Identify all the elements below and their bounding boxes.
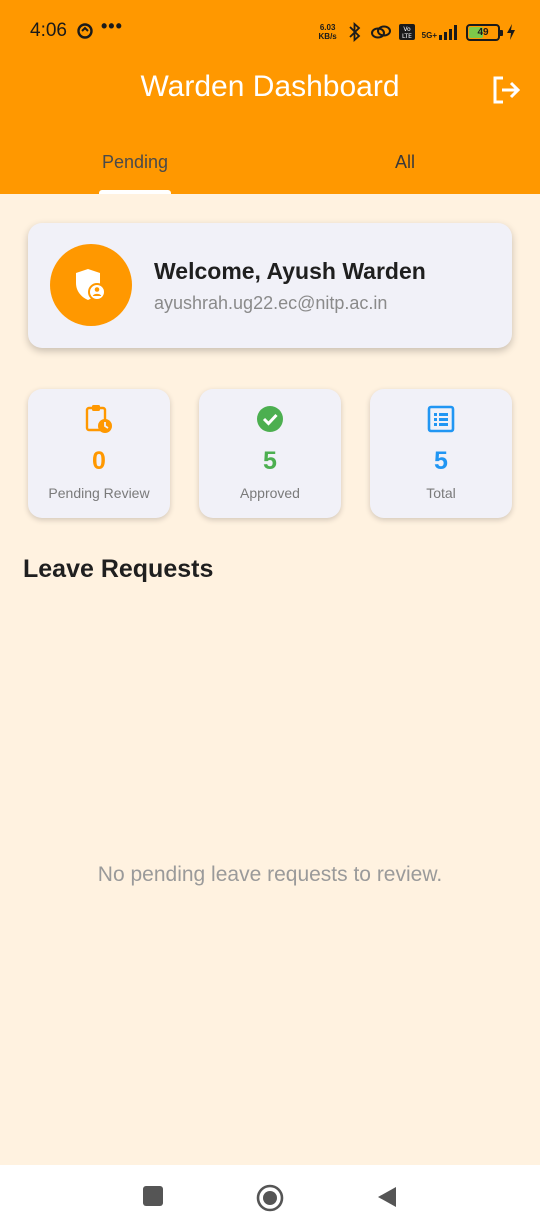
page-title: Warden Dashboard (140, 70, 400, 103)
welcome-title: Welcome, Ayush Warden (154, 258, 426, 284)
pending-count: 0 (92, 447, 106, 475)
admin-shield-icon (76, 269, 106, 301)
avatar (50, 244, 132, 326)
total-count: 5 (434, 447, 448, 475)
tab-pending[interactable]: Pending (0, 130, 270, 194)
svg-text:LTE: LTE (402, 33, 412, 40)
stat-card-approved: 5 Approved (199, 389, 341, 518)
approved-count: 5 (263, 447, 277, 475)
signal-group: 5G+ (422, 24, 460, 40)
empty-state-message: No pending leave requests to review. (97, 863, 443, 886)
more-notifications-icon: ••• (101, 16, 123, 36)
section-title: Leave Requests (23, 555, 214, 583)
app-bar: 4:06 ••• 6.03 KB/s Vo LTE 5G+ 49 Warden … (0, 0, 540, 194)
battery-indicator: 49 (466, 23, 503, 41)
tab-all[interactable]: All (270, 130, 540, 194)
sync-icon (77, 23, 93, 39)
network-type: 5G+ (421, 31, 437, 40)
charging-icon (507, 24, 515, 40)
clipboard-clock-icon (85, 405, 112, 433)
logout-icon[interactable] (490, 74, 522, 106)
circle-icon[interactable] (256, 1184, 284, 1212)
system-nav-bar (0, 1165, 540, 1230)
list-icon (427, 405, 455, 433)
status-bar: 4:06 ••• 6.03 KB/s Vo LTE 5G+ 49 (0, 0, 540, 62)
hotspot-link-icon (370, 25, 391, 39)
square-icon[interactable] (142, 1185, 164, 1207)
volte-icon: Vo LTE (398, 24, 415, 40)
status-time: 4:06 (30, 20, 67, 41)
tab-indicator (99, 190, 171, 194)
bluetooth-icon (349, 22, 360, 42)
stat-card-pending: 0 Pending Review (28, 389, 170, 518)
triangle-back-icon[interactable] (376, 1185, 398, 1209)
signal-icon (439, 25, 457, 40)
pending-label: Pending Review (48, 485, 150, 501)
status-icons: 6.03 KB/s Vo LTE 5G+ 49 (316, 18, 516, 46)
total-label: Total (426, 485, 456, 501)
user-email: ayushrah.ug22.ec@nitp.ac.in (154, 293, 388, 313)
tab-bar: Pending All (0, 130, 540, 194)
approved-label: Approved (240, 485, 300, 501)
battery-nub (500, 29, 503, 36)
svg-text:Vo: Vo (403, 26, 411, 33)
stat-card-total: 5 Total (370, 389, 512, 518)
check-circle-icon (257, 406, 283, 432)
net-speed: 6.03 KB/s (318, 23, 337, 41)
welcome-card: Welcome, Ayush Warden ayushrah.ug22.ec@n… (28, 223, 512, 348)
